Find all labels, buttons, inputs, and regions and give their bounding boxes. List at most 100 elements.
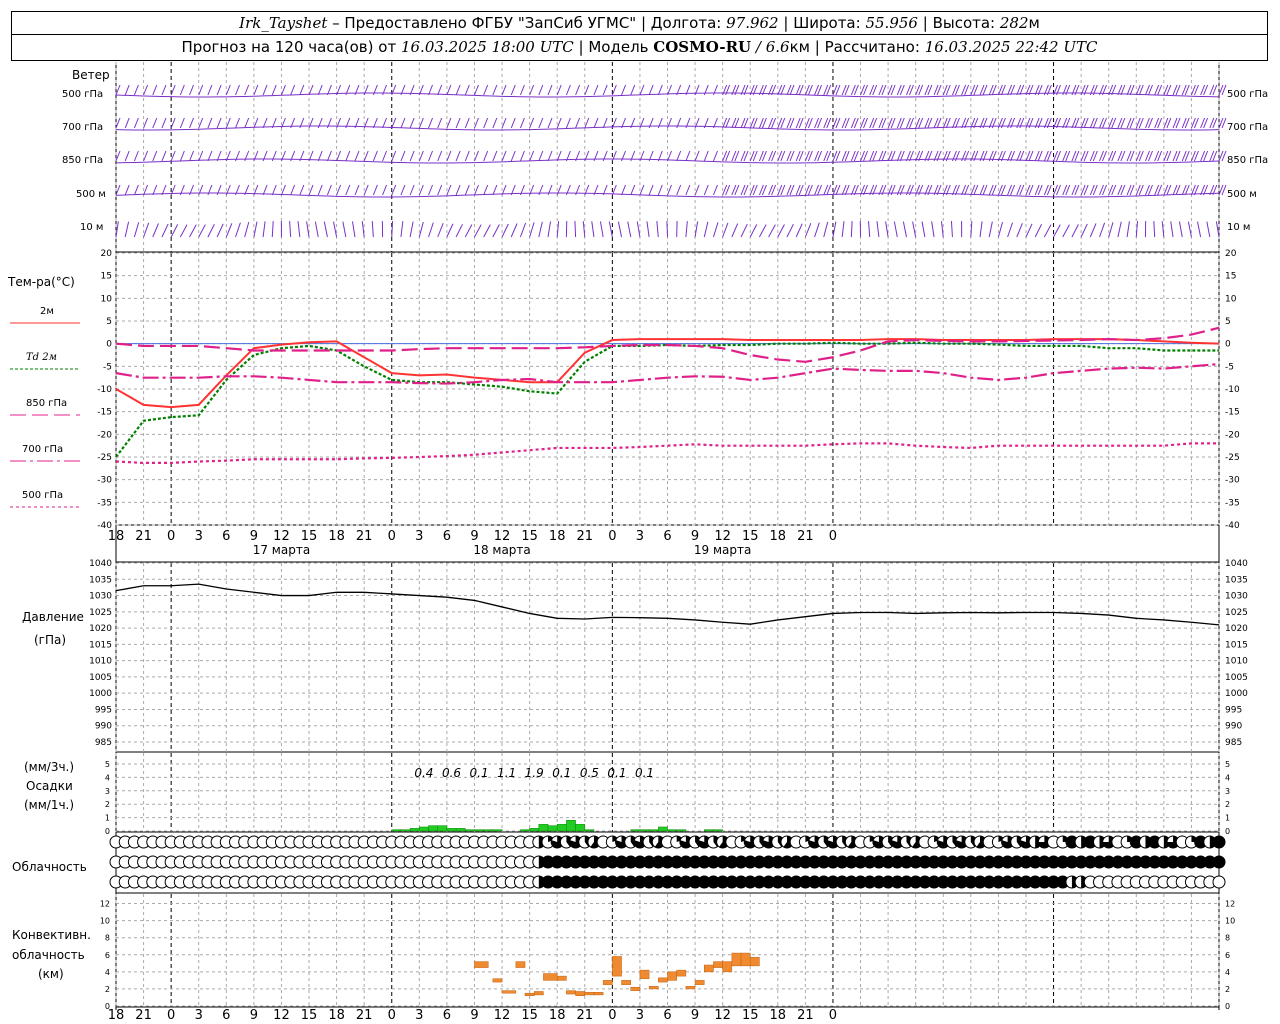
time-label-upper: 18 [108, 529, 125, 544]
wind-barb [648, 184, 654, 196]
wind-barb-10m [207, 224, 215, 238]
wind-barb [317, 184, 323, 196]
time-label-lower: 0 [829, 1008, 837, 1023]
wind-barb-10m [777, 224, 785, 238]
precip-bar [529, 828, 540, 832]
wind-barb-10m [323, 221, 328, 238]
wind-barb [124, 184, 130, 196]
precip-sum-label: 0.1 [552, 766, 571, 780]
wind-barb [676, 184, 682, 196]
wind-barb-10m [1108, 222, 1114, 238]
wind-barb-10m [244, 221, 250, 238]
wind-barb [133, 117, 139, 129]
wind-barb [455, 84, 461, 96]
wind-barb-10m [1007, 222, 1014, 238]
wind-barb [391, 117, 397, 129]
wind-barb-10m [703, 221, 709, 238]
conv-bar [556, 975, 567, 981]
wind-barb [198, 84, 204, 96]
pres-ytick-right: 1010 [1225, 657, 1248, 667]
time-label-upper: 9 [691, 529, 699, 544]
precip-bar [520, 829, 530, 832]
wind-barb-10m [627, 221, 632, 238]
time-label-upper: 3 [415, 529, 423, 544]
wind-barb [409, 117, 415, 129]
precip-bar [465, 829, 475, 832]
wind-barb [382, 184, 388, 196]
wind-barb-10m [189, 224, 197, 238]
prec-ytick-left: 5 [105, 760, 110, 769]
cloud-fill [1213, 836, 1225, 848]
wind-barb-10m [758, 224, 767, 238]
wind-barb [501, 150, 507, 162]
wind-barb [143, 184, 149, 196]
conv-ytick-left: 10 [100, 917, 110, 926]
time-label-lower: 18 [770, 1008, 787, 1023]
wind-barb [648, 84, 654, 96]
wind-barb [519, 150, 525, 162]
time-label-lower: 9 [691, 1008, 699, 1023]
wind-barb [667, 184, 672, 196]
wind-barb-10m [1053, 224, 1061, 238]
wind-barb [179, 117, 185, 129]
wind-barb [492, 184, 498, 196]
time-label-upper: 6 [443, 529, 451, 544]
pres-ytick-right: 1020 [1225, 624, 1248, 634]
precip-bar [409, 828, 420, 832]
wind-barb-10m [1197, 221, 1202, 238]
precip-sum-label: 0.1 [635, 766, 654, 780]
wind-barb [712, 184, 718, 196]
temp-ytick-right: -5 [1225, 362, 1234, 372]
wind-barb [676, 150, 682, 162]
wind-barb [565, 117, 571, 129]
conv-ytick-left: 8 [105, 934, 110, 943]
conv-bar [593, 992, 604, 996]
conv-bar [501, 990, 517, 994]
conv-bar [704, 964, 714, 973]
wind-barb [621, 184, 627, 196]
wind-barb-10m [814, 222, 820, 238]
precip-bar [474, 829, 484, 832]
conv-bar [515, 961, 526, 968]
wind-barb-10m [198, 224, 206, 238]
temp-ytick-right: -30 [1225, 476, 1240, 486]
wind-barb [474, 150, 479, 162]
wind-barb-10m [314, 221, 319, 238]
wind-barb [336, 150, 342, 162]
temp-ytick-right: -10 [1225, 385, 1240, 395]
wind-barb [446, 84, 452, 96]
wind-barb [510, 117, 516, 129]
wind-barb-10m [1025, 223, 1033, 238]
wind-barb [409, 184, 415, 196]
wind-barb [299, 84, 305, 96]
temp-ytick-right: 15 [1225, 272, 1236, 282]
wind-barb [161, 117, 167, 129]
wind-barb [446, 150, 452, 162]
precip-bar [639, 829, 650, 832]
wind-barb [474, 84, 479, 96]
pres-ytick-left: 995 [95, 705, 112, 715]
precip-bar [419, 826, 429, 832]
pres-ytick-left: 1030 [89, 592, 112, 602]
wind-barb [657, 84, 663, 96]
wind-barb [133, 84, 139, 96]
time-label-upper: 21 [577, 529, 594, 544]
prec-ytick-right: 2 [1225, 800, 1230, 809]
wind-barb [437, 184, 443, 196]
time-label-lower: 18 [328, 1008, 345, 1023]
wind-barb-10m [599, 221, 604, 238]
wind-barb-10m [979, 221, 983, 238]
wind-barb [418, 117, 424, 129]
wind-barb [207, 84, 213, 96]
wind-barb [492, 117, 498, 129]
wind-barb [382, 150, 388, 162]
wind-barb-10m [876, 221, 880, 238]
wind-barb [363, 150, 369, 162]
time-label-lower: 3 [415, 1008, 423, 1023]
wind-barb [400, 150, 406, 162]
time-label-upper: 18 [328, 529, 345, 544]
wind-barb [124, 117, 130, 129]
time-label-lower: 9 [470, 1008, 478, 1023]
wind-barb-10m [1080, 223, 1088, 238]
wind-barb [428, 150, 433, 162]
